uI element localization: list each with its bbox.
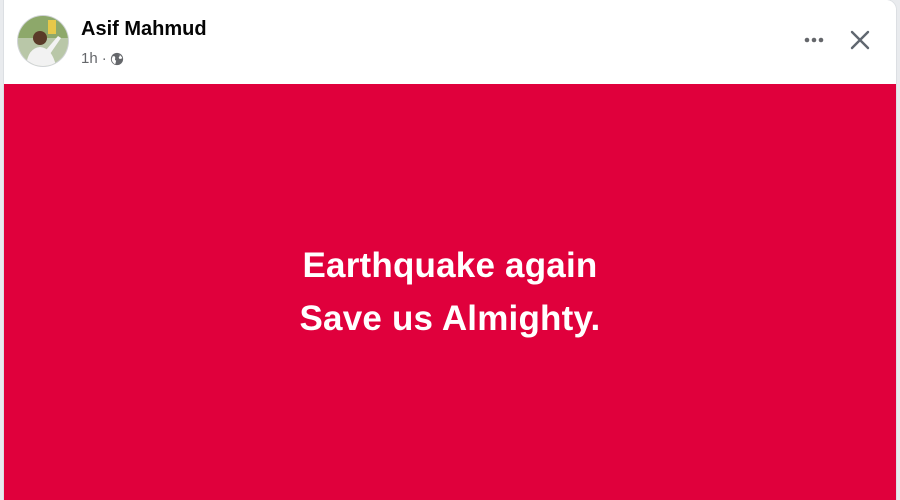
post-text-line-1: Earthquake again [302,246,598,285]
author-avatar[interactable] [18,16,68,66]
more-options-button[interactable] [796,22,832,58]
avatar-image [18,16,68,66]
more-dots-icon [804,37,824,43]
post-card: Asif Mahmud 1h · Earthquake again Save u… [4,0,896,500]
post-meta: 1h · [81,50,124,67]
post-content[interactable]: Earthquake again Save us Almighty. [4,84,896,500]
author-name[interactable]: Asif Mahmud [81,18,207,41]
post-text-line-2: Save us Almighty. [299,299,601,338]
close-icon [850,30,870,50]
post-header: Asif Mahmud 1h · [4,0,896,84]
meta-separator: · [101,50,107,67]
close-button[interactable] [842,22,878,58]
post-timestamp[interactable]: 1h [81,50,98,67]
globe-icon[interactable] [110,52,124,66]
